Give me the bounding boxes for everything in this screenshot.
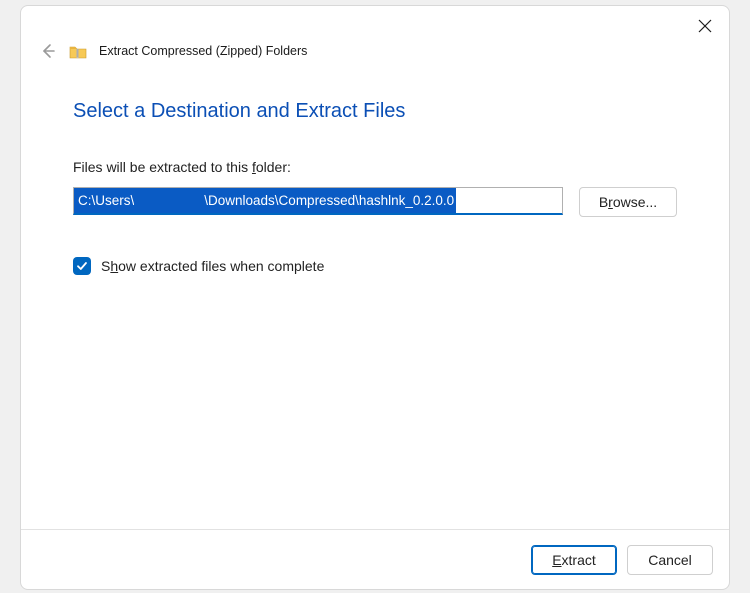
extract-post: xtract bbox=[562, 552, 596, 568]
close-icon bbox=[698, 19, 712, 33]
page-heading: Select a Destination and Extract Files bbox=[73, 100, 677, 123]
path-selection: C:\Users\ \Downloads\Compressed\hashlnk_0… bbox=[74, 188, 456, 213]
prompt-prefix: Files will be extracted to this bbox=[73, 159, 252, 175]
close-button[interactable] bbox=[691, 12, 719, 40]
show-extracted-checkbox[interactable] bbox=[73, 257, 91, 275]
destination-path-input[interactable]: C:\Users\ \Downloads\Compressed\hashlnk_0… bbox=[73, 187, 563, 215]
back-arrow-icon bbox=[40, 43, 56, 59]
show-extracted-checkbox-row: Show extracted files when complete bbox=[73, 257, 677, 275]
content-area: Select a Destination and Extract Files F… bbox=[21, 64, 729, 529]
folder-prompt-label: Files will be extracted to this folder: bbox=[73, 159, 677, 175]
path-suffix: \Downloads\Compressed\hashlnk_0.2.0.0 bbox=[204, 187, 454, 215]
extract-wizard-dialog: Extract Compressed (Zipped) Folders Sele… bbox=[20, 5, 730, 590]
show-extracted-label[interactable]: Show extracted files when complete bbox=[101, 258, 324, 274]
path-prefix: C:\Users\ bbox=[78, 187, 134, 215]
dialog-footer: Extract Cancel bbox=[21, 529, 729, 589]
browse-post: owse... bbox=[613, 194, 657, 210]
checkbox-hotkey: h bbox=[110, 258, 118, 274]
checkbox-post: ow extracted files when complete bbox=[118, 258, 324, 274]
path-row: C:\Users\ \Downloads\Compressed\hashlnk_0… bbox=[73, 187, 677, 217]
checkmark-icon bbox=[76, 260, 88, 272]
extract-button[interactable]: Extract bbox=[531, 545, 617, 575]
prompt-suffix: older: bbox=[256, 159, 291, 175]
checkbox-pre: S bbox=[101, 258, 110, 274]
titlebar bbox=[21, 6, 729, 42]
cancel-button[interactable]: Cancel bbox=[627, 545, 713, 575]
browse-button[interactable]: Browse... bbox=[579, 187, 677, 217]
extract-hotkey: E bbox=[552, 552, 561, 568]
back-button[interactable] bbox=[39, 42, 57, 60]
dialog-title: Extract Compressed (Zipped) Folders bbox=[99, 44, 307, 58]
path-redacted-segment bbox=[134, 188, 204, 213]
header-row: Extract Compressed (Zipped) Folders bbox=[21, 42, 729, 64]
zipped-folder-icon bbox=[69, 44, 87, 59]
browse-pre: B bbox=[599, 194, 608, 210]
